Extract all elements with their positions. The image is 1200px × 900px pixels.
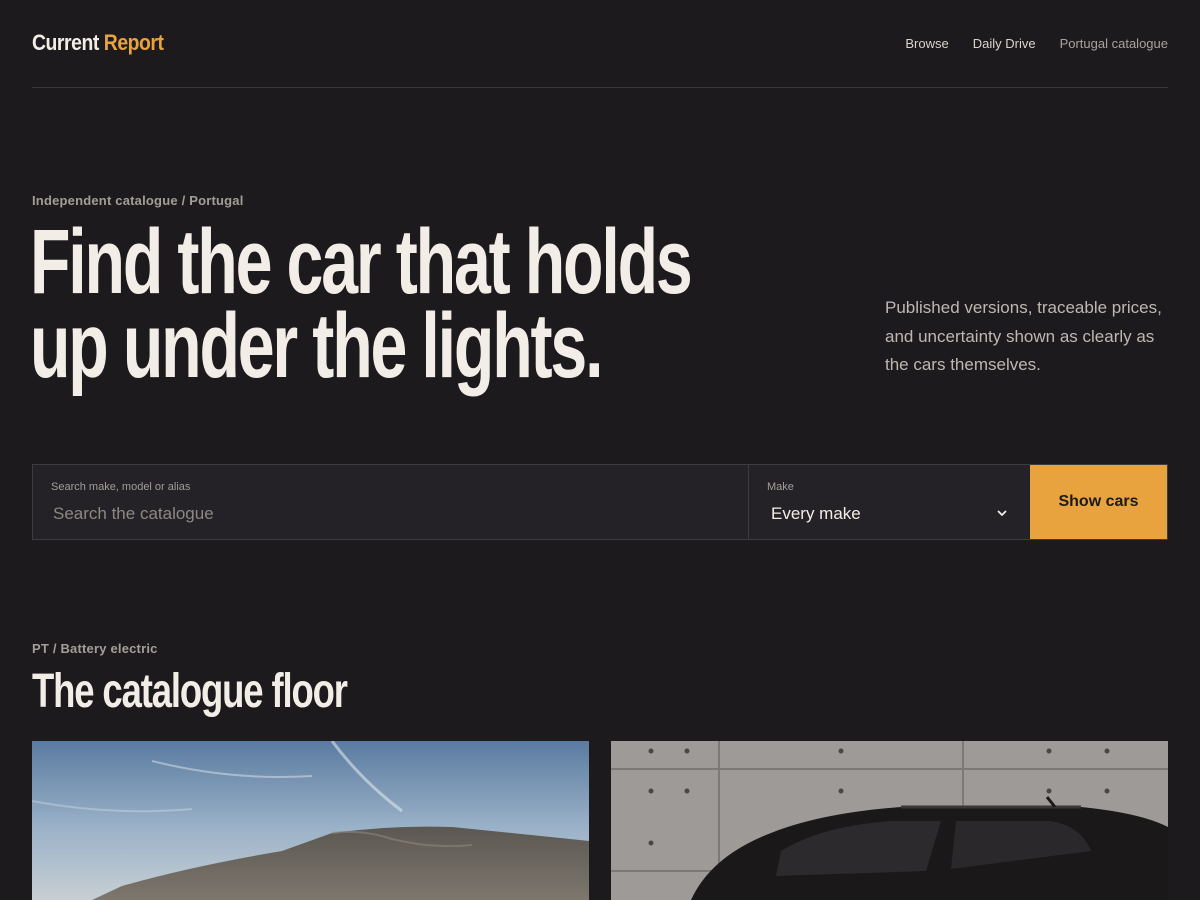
catalogue-title: The catalogue floor [32, 665, 348, 718]
hero-eyebrow: Independent catalogue / Portugal [32, 193, 244, 208]
nav-link-browse[interactable]: Browse [905, 36, 948, 51]
make-select-value: Every make [771, 504, 861, 523]
make-select-label: Make [767, 481, 794, 493]
make-select[interactable]: Make Every make [749, 465, 1030, 539]
site-logo[interactable]: Current Report [32, 30, 164, 56]
hero-title: Find the car that holds up under the lig… [30, 216, 693, 392]
main-nav: Browse Daily Drive Portugal catalogue [905, 36, 1168, 51]
chevron-down-icon [997, 510, 1007, 516]
hero-description: Published versions, traceable prices, an… [885, 298, 1162, 374]
suv-car-image [611, 741, 1168, 900]
show-cars-button[interactable]: Show cars [1030, 465, 1167, 539]
car-card-image-suv[interactable] [611, 741, 1168, 900]
catalogue-eyebrow: PT / Battery electric [32, 641, 158, 656]
hero-title-line-2: up under the lights. [30, 295, 603, 397]
car-card-image-mountain[interactable] [32, 741, 589, 900]
catalogue-search-form: Search make, model or alias Make Every m… [32, 464, 1168, 540]
nav-link-portugal-catalogue[interactable]: Portugal catalogue [1060, 36, 1168, 51]
logo-word-report: Report [103, 30, 164, 55]
page: Current Report Browse Daily Drive Portug… [0, 0, 1200, 900]
search-field-label: Search make, model or alias [51, 481, 191, 493]
mountain-landscape-image [32, 741, 589, 900]
nav-link-daily-drive[interactable]: Daily Drive [973, 36, 1036, 51]
search-input[interactable] [51, 501, 725, 527]
site-header: Current Report Browse Daily Drive Portug… [32, 0, 1168, 88]
search-field: Search make, model or alias [33, 465, 749, 539]
logo-word-current: Current [32, 30, 99, 55]
